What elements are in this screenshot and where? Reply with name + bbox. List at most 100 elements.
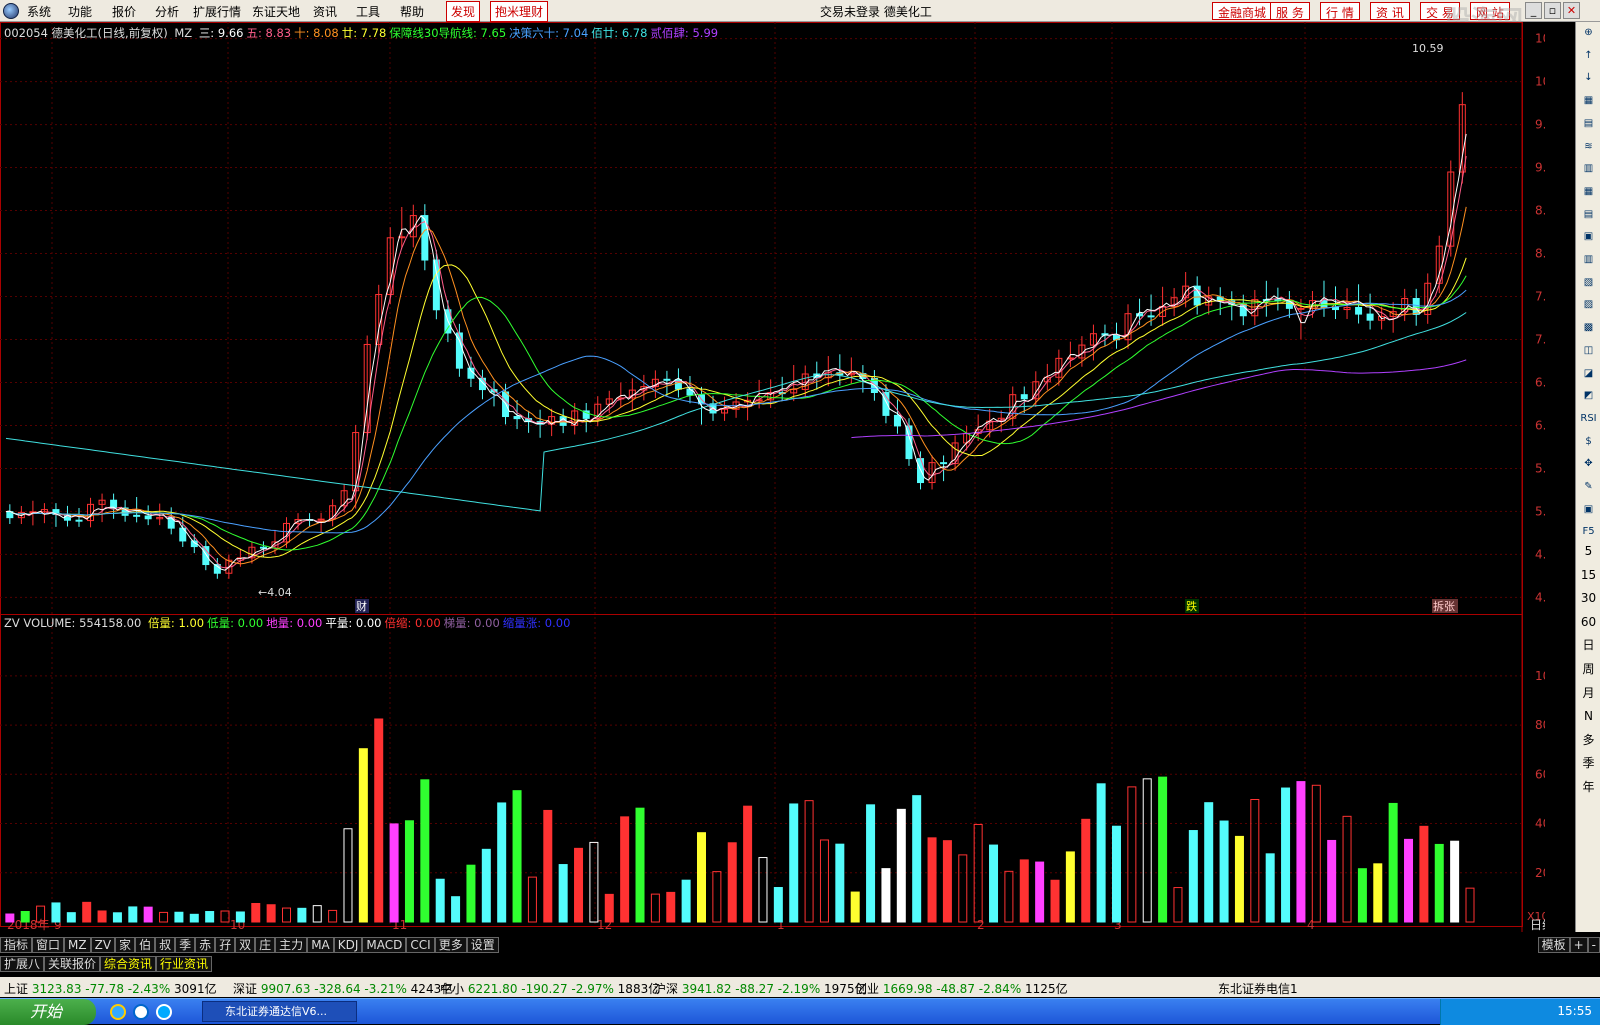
period-9[interactable]: 季 [1579, 754, 1598, 772]
tab-indicator-5[interactable]: 伯 [135, 937, 156, 953]
tab-right-0[interactable]: 模板 [1537, 937, 1570, 953]
ie-icon[interactable] [110, 1004, 126, 1020]
tab-indicator-12[interactable]: 主力 [275, 937, 308, 953]
period-6[interactable]: 月 [1579, 684, 1598, 702]
index-4[interactable]: 创业 1669.98 -48.87 -2.84% 1125亿 [855, 980, 1068, 997]
sidebar-tool-icon-5[interactable]: ≋ [1579, 138, 1598, 156]
menu-ext-quote[interactable]: 扩展行情 [193, 3, 241, 20]
menu-function[interactable]: 功能 [68, 3, 92, 20]
tab-indicator-11[interactable]: 庄 [255, 937, 276, 953]
svc-quote[interactable]: 行 情 [1320, 2, 1360, 20]
sidebar-tool-icon-19[interactable]: ✥ [1579, 455, 1598, 473]
tab-indicator-2[interactable]: MZ [64, 937, 91, 953]
period-7[interactable]: N [1579, 707, 1598, 725]
menu-baomi[interactable]: 抱米理财 [490, 1, 549, 22]
index-3[interactable]: 沪深 3941.82 -88.27 -2.19% 1975亿 [654, 980, 867, 997]
info-tabs: 扩展八 关联报价 综合资讯 行业资讯 [0, 955, 1600, 973]
svc-mall[interactable]: 金融商城 [1212, 2, 1273, 20]
volume-bar [1434, 843, 1444, 923]
sidebar-tool-icon-6[interactable]: ▥ [1579, 160, 1598, 178]
tab-indicator-14[interactable]: KDJ [333, 937, 363, 953]
sidebar-tool-icon-10[interactable]: ▥ [1579, 251, 1598, 269]
sidebar-tool-icon-4[interactable]: ▤ [1579, 115, 1598, 133]
menu-help[interactable]: 帮助 [400, 3, 424, 20]
ma-label-2: 十: 8.08 [294, 26, 339, 40]
sidebar-tool-icon-13[interactable]: ▩ [1579, 319, 1598, 337]
period-8[interactable]: 多 [1579, 731, 1598, 749]
sidebar-tool-icon-2[interactable]: ↓ [1579, 69, 1598, 87]
sidebar-tool-icon-1[interactable]: ↑ [1579, 47, 1598, 65]
menu-info[interactable]: 资讯 [313, 3, 337, 20]
sidebar-tool-icon-0[interactable]: ⊕ [1579, 24, 1598, 42]
app-icon[interactable] [156, 1004, 172, 1020]
tab-info-2[interactable]: 综合资讯 [100, 956, 157, 972]
menu-quote[interactable]: 报价 [112, 3, 136, 20]
kline-chart[interactable]: 10.50 10.00 9.50 9.00 8.50 8.00 7.50 7.00 6.50 6.… [0, 22, 1545, 932]
period-0[interactable]: 5 [1579, 542, 1598, 560]
sidebar-tool-icon-18[interactable]: $ [1579, 433, 1598, 451]
tab-indicator-13[interactable]: MA [307, 937, 334, 953]
period-1[interactable]: 15 [1579, 566, 1598, 584]
chart-area[interactable]: 10.50 10.00 9.50 9.00 8.50 8.00 7.50 7.00 6.50 6.… [0, 22, 1545, 932]
taskbar-item-tdx[interactable]: 东北证券通达信V6... [202, 1001, 357, 1022]
period-5[interactable]: 周 [1579, 660, 1598, 678]
start-button[interactable]: 开始 [0, 999, 96, 1025]
tab-right-2[interactable]: - [1587, 937, 1600, 953]
sidebar-tool-icon-15[interactable]: ◪ [1579, 365, 1598, 383]
volume-bar [1158, 776, 1168, 923]
tab-info-3[interactable]: 行业资讯 [156, 956, 213, 972]
tab-info-0[interactable]: 扩展八 [0, 956, 45, 972]
svc-info[interactable]: 资 讯 [1370, 2, 1410, 20]
tab-indicator-16[interactable]: CCI [406, 937, 435, 953]
tab-indicator-10[interactable]: 双 [235, 937, 256, 953]
sidebar-tool-icon-16[interactable]: ◩ [1579, 387, 1598, 405]
tab-indicator-8[interactable]: 赤 [195, 937, 216, 953]
period-2[interactable]: 30 [1579, 589, 1598, 607]
sidebar-tool-icon-22[interactable]: F5 [1579, 523, 1598, 541]
menu-analysis[interactable]: 分析 [155, 3, 179, 20]
tab-indicator-7[interactable]: 季 [175, 937, 196, 953]
close-icon[interactable]: ✕ [1563, 2, 1580, 19]
index-0[interactable]: 上证 3123.83 -77.78 -2.43% 3091亿 [4, 980, 217, 997]
menu-discover[interactable]: 发现 [446, 1, 481, 22]
volume-header: ZV VOLUME: 554158.00 倍量: 1.00 低量: 0.00 地量:… [4, 615, 576, 631]
minimize-icon[interactable]: _ [1525, 2, 1542, 19]
volume-bar [97, 910, 107, 923]
sidebar-tool-icon-11[interactable]: ▧ [1579, 274, 1598, 292]
tab-indicator-1[interactable]: 窗口 [32, 937, 65, 953]
tab-indicator-15[interactable]: MACD [362, 937, 407, 953]
sidebar-tool-icon-9[interactable]: ▣ [1579, 228, 1598, 246]
clock: 15:55 [1557, 1004, 1592, 1018]
period-3[interactable]: 60 [1579, 613, 1598, 631]
sidebar-tool-icon-14[interactable]: ◫ [1579, 342, 1598, 360]
svc-service[interactable]: 服 务 [1270, 2, 1310, 20]
restore-icon[interactable]: ▫ [1544, 2, 1561, 19]
tab-indicator-3[interactable]: ZV [90, 937, 116, 953]
menu-dongzheng[interactable]: 东证天地 [252, 3, 300, 20]
index-2[interactable]: 中小 6221.80 -190.27 -2.97% 1883亿 [440, 980, 660, 997]
sidebar-tool-icon-12[interactable]: ▨ [1579, 296, 1598, 314]
period-4[interactable]: 日 [1579, 636, 1598, 654]
tab-info-1[interactable]: 关联报价 [44, 956, 101, 972]
sidebar-tool-icon-8[interactable]: ▤ [1579, 206, 1598, 224]
period-10[interactable]: 年 [1579, 778, 1598, 796]
volume-bar [1035, 861, 1045, 923]
sidebar-tool-icon-17[interactable]: RSI [1579, 410, 1598, 428]
sidebar-tool-icon-3[interactable]: ▦ [1579, 92, 1598, 110]
tab-right-1[interactable]: + [1569, 937, 1588, 953]
sidebar-tool-icon-20[interactable]: ✎ [1579, 478, 1598, 496]
volume-bar [481, 848, 491, 923]
menu-tools[interactable]: 工具 [356, 3, 380, 20]
tab-indicator-17[interactable]: 更多 [434, 937, 467, 953]
price-panel-frame [0, 22, 1523, 615]
tab-indicator-9[interactable]: 孖 [215, 937, 236, 953]
tab-indicator-0[interactable]: 指标 [0, 937, 33, 953]
browser-icon[interactable] [133, 1004, 149, 1020]
sidebar-tool-icon-21[interactable]: ▣ [1579, 501, 1598, 519]
sidebar-tool-icon-7[interactable]: ▦ [1579, 183, 1598, 201]
index-1[interactable]: 深证 9907.63 -328.64 -3.21% 4243亿 [233, 980, 453, 997]
tab-indicator-18[interactable]: 设置 [466, 937, 499, 953]
tab-indicator-4[interactable]: 家 [115, 937, 136, 953]
menu-system[interactable]: 系统 [27, 3, 51, 20]
tab-indicator-6[interactable]: 叔 [155, 937, 176, 953]
